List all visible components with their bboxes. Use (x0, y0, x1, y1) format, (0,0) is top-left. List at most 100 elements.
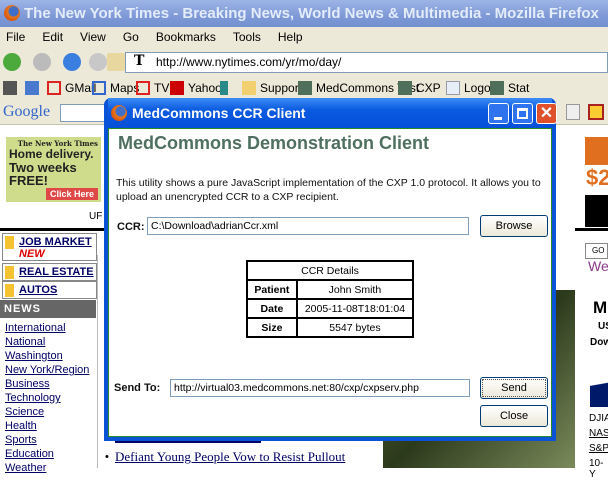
table-row: Date2005-11-08T18:01:04 (247, 299, 413, 318)
nav-autos[interactable]: AUTOS (2, 281, 97, 299)
dialog-heading: MedCommons Demonstration Client (118, 133, 429, 154)
google-logo[interactable]: Google (3, 103, 50, 121)
ad-orange (585, 137, 608, 165)
menu-bar: File Edit View Go Bookmarks Tools Help (0, 27, 608, 48)
print-icon[interactable] (3, 81, 21, 95)
url-text: http://www.nytimes.com/yr/mo/day/ (156, 55, 341, 69)
minimize-button[interactable] (488, 103, 509, 124)
page-icon (446, 81, 460, 95)
stop-icon[interactable] (89, 53, 107, 71)
markets-heading: M (593, 298, 607, 318)
menu-go[interactable]: Go (123, 30, 139, 44)
firefox-icon (4, 5, 20, 21)
section-link[interactable]: New York/Region (5, 364, 89, 376)
section-link[interactable]: Health (5, 420, 37, 432)
google-search-input[interactable] (60, 104, 105, 122)
send-button[interactable]: Send (480, 377, 548, 399)
forward-icon[interactable] (33, 53, 51, 71)
home-delivery-ad[interactable]: The New York Times Home delivery. Two we… (6, 137, 101, 202)
dialog-description: This utility shows a pure JavaScript imp… (116, 176, 551, 204)
bookmark-gmail[interactable]: GMail (47, 81, 96, 95)
news-header: NEWS (0, 300, 96, 318)
divider (0, 228, 104, 231)
row-key: Size (247, 318, 297, 337)
go-button[interactable]: GO (585, 243, 608, 259)
reload-icon[interactable] (63, 53, 81, 71)
bookmark-maps[interactable]: Maps (92, 81, 139, 95)
medcommons-icon (298, 81, 312, 95)
new-badge: NEW (19, 248, 94, 260)
row-value: 2005-11-08T18:01:04 (297, 299, 413, 318)
section-link[interactable]: International (5, 322, 66, 334)
new-tab-icon[interactable] (25, 81, 43, 95)
menu-file[interactable]: File (6, 30, 25, 44)
price-text: $2 (586, 165, 608, 191)
menu-edit[interactable]: Edit (42, 30, 63, 44)
firefox-icon (111, 105, 127, 121)
ticker[interactable]: NAS (589, 428, 608, 439)
markets-tab-us[interactable]: US (598, 321, 608, 332)
bookmarks-toolbar: GMail Maps TV Yahoo Support MedCommons T… (0, 76, 608, 100)
maximize-button[interactable] (512, 103, 533, 124)
folder-icon (242, 81, 256, 95)
url-bar[interactable]: T http://www.nytimes.com/yr/mo/day/ (125, 52, 608, 73)
dialog-title-bar[interactable]: MedCommons CCR Client ✕ (108, 98, 552, 128)
table-row: Size5547 bytes (247, 318, 413, 337)
gmail-icon (47, 81, 61, 95)
menu-bookmarks[interactable]: Bookmarks (156, 30, 216, 44)
close-window-button[interactable]: ✕ (536, 103, 557, 124)
ccr-details-table: CCR Details PatientJohn Smith Date2005-1… (246, 260, 414, 338)
maps-icon (92, 81, 106, 95)
ccr-file-input[interactable]: C:\Download\adrianCcr.xml (147, 217, 469, 235)
nav-job-market[interactable]: JOB MARKETNEW (2, 233, 97, 261)
menu-view[interactable]: View (80, 30, 106, 44)
row-key: Patient (247, 280, 297, 299)
section-link[interactable]: Sports (5, 434, 37, 446)
section-link[interactable]: Technology (5, 392, 61, 404)
dialog-title: MedCommons CCR Client (132, 105, 305, 121)
home-icon[interactable] (107, 53, 125, 71)
notepad-icon[interactable] (566, 104, 580, 120)
bookmark-tv[interactable]: TV (136, 81, 169, 95)
bookmark-cxp[interactable]: CXP (398, 81, 441, 95)
window-title: The New York Times - Breaking News, Worl… (24, 5, 599, 22)
click-here-button[interactable]: Click Here (46, 188, 98, 200)
bookmark-stat[interactable]: Stat (490, 81, 529, 95)
up-text: UF (89, 211, 102, 222)
menu-help[interactable]: Help (278, 30, 303, 44)
tv-icon (136, 81, 150, 95)
dow-label: Dow (590, 337, 608, 348)
bookmark-icon[interactable] (220, 81, 232, 95)
section-link[interactable]: Business (5, 378, 50, 390)
section-link[interactable]: Weather (5, 462, 46, 474)
ad-black (585, 195, 608, 227)
dow-chart (590, 375, 608, 407)
ticker[interactable]: S&P (589, 443, 608, 454)
headline-link[interactable]: Defiant Young People Vow to Resist Pullo… (115, 449, 345, 465)
nav-real-estate[interactable]: REAL ESTATE (2, 263, 97, 281)
section-link[interactable]: Washington (5, 350, 63, 362)
bookmark-support[interactable]: Support (242, 81, 302, 95)
dialog-body: MedCommons Demonstration Client This uti… (108, 128, 552, 437)
medcommons-icon (398, 81, 412, 95)
row-value: 5547 bytes (297, 318, 413, 337)
toolbar-icon[interactable] (588, 104, 604, 120)
yahoo-icon (170, 81, 184, 95)
send-to-input[interactable]: http://virtual03.medcommons.net:80/cxp/c… (170, 379, 470, 397)
ccr-label: CCR: (117, 221, 145, 233)
browser-title-bar: The New York Times - Breaking News, Worl… (0, 0, 608, 27)
section-link[interactable]: Science (5, 406, 44, 418)
back-icon[interactable] (3, 53, 21, 71)
table-row: PatientJohn Smith (247, 280, 413, 299)
weather-text: We (588, 258, 608, 274)
nyt-favicon: T (134, 53, 144, 69)
section-link[interactable]: National (5, 336, 45, 348)
medcommons-icon (490, 81, 504, 95)
close-button[interactable]: Close (480, 405, 548, 427)
medcommons-dialog: MedCommons CCR Client ✕ MedCommons Demon… (104, 98, 556, 441)
section-link[interactable]: Education (5, 448, 54, 460)
browse-button[interactable]: Browse (480, 215, 548, 237)
menu-tools[interactable]: Tools (233, 30, 261, 44)
bookmark-yahoo[interactable]: Yahoo (170, 81, 222, 95)
row-key: Date (247, 299, 297, 318)
